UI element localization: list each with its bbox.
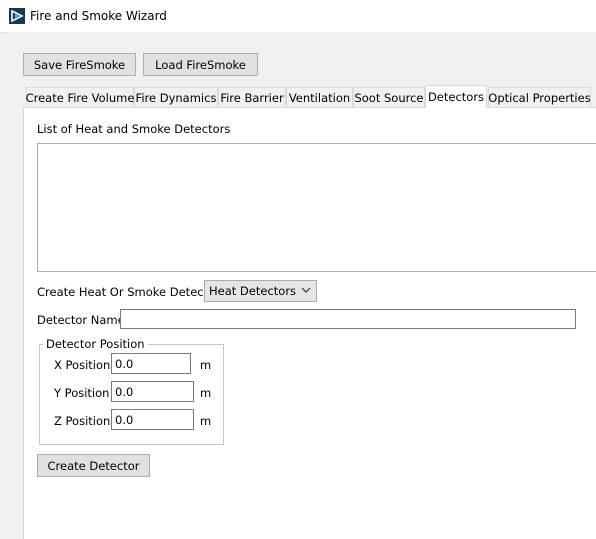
tab-fire-dynamics[interactable]: Fire Dynamics [134, 87, 218, 107]
x-position-label: X Position [54, 358, 111, 372]
detector-list[interactable] [37, 143, 596, 272]
z-position-input[interactable]: 0.0 [111, 409, 194, 430]
save-firesmoke-button[interactable]: Save FireSmoke [23, 53, 136, 76]
window-title: Fire and Smoke Wizard [30, 9, 167, 23]
detector-name-label: Detector Name [37, 313, 125, 327]
tab-create-fire-volume[interactable]: Create Fire Volume [26, 87, 134, 107]
tab-ventilation[interactable]: Ventilation [286, 87, 353, 107]
create-type-label: Create Heat Or Smoke Detector [37, 285, 220, 299]
detector-name-input[interactable] [120, 309, 576, 329]
y-position-input[interactable]: 0.0 [111, 381, 194, 402]
app-icon [9, 8, 25, 24]
y-unit-label: m [200, 386, 212, 400]
z-unit-label: m [200, 414, 212, 428]
y-position-label: Y Position [54, 386, 110, 400]
x-unit-label: m [200, 358, 212, 372]
detector-type-select[interactable]: Heat Detectors [204, 280, 317, 302]
x-position-input[interactable]: 0.0 [111, 353, 191, 374]
title-bar: Fire and Smoke Wizard [0, 0, 596, 33]
tab-soot-source[interactable]: Soot Source [353, 87, 425, 107]
detector-type-value: Heat Detectors [209, 284, 297, 298]
detector-list-label: List of Heat and Smoke Detectors [37, 122, 231, 136]
chevron-down-icon [301, 287, 311, 293]
tab-detectors[interactable]: Detectors [425, 85, 487, 108]
create-detector-button[interactable]: Create Detector [37, 454, 150, 477]
detector-position-label: Detector Position [43, 337, 148, 351]
z-position-label: Z Position [54, 414, 111, 428]
tab-optical-properties[interactable]: Optical Properties [488, 87, 591, 107]
tab-fire-barrier[interactable]: Fire Barrier [218, 87, 286, 107]
tab-strip: Create Fire Volume Fire Dynamics Fire Ba… [23, 85, 596, 108]
load-firesmoke-button[interactable]: Load FireSmoke [143, 53, 258, 76]
